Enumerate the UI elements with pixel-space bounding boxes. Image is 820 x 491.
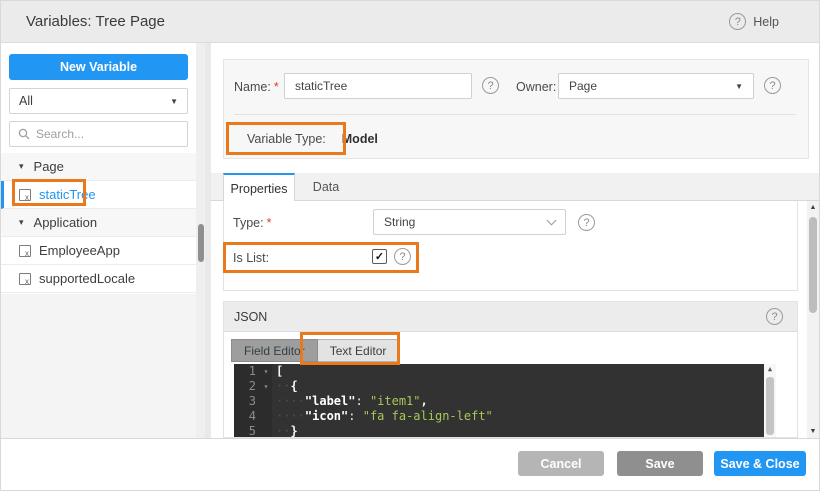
tree-group-label: Page: [33, 159, 64, 174]
tree-group-application[interactable]: ▾ Application: [1, 209, 196, 237]
fold-caret-icon[interactable]: ▾: [260, 379, 272, 394]
content-scrollbar-thumb[interactable]: [809, 217, 817, 313]
save-button[interactable]: Save: [617, 451, 703, 476]
tree-item-label: EmployeeApp: [39, 243, 120, 258]
new-variable-button[interactable]: New Variable: [9, 54, 188, 80]
save-and-close-button[interactable]: Save & Close: [714, 451, 806, 476]
type-select[interactable]: String: [373, 209, 566, 235]
code-line: 4 ····"icon": "fa fa-align-left": [234, 409, 776, 424]
model-variable-icon: [19, 244, 31, 258]
tab-data[interactable]: Data: [295, 173, 357, 201]
tab-properties[interactable]: Properties: [223, 173, 295, 202]
code-line: 2 ▾ ··{: [234, 379, 776, 394]
model-variable-icon: [19, 188, 31, 202]
type-help-icon[interactable]: ?: [578, 214, 595, 231]
sidebar-scrollbar-thumb[interactable]: [198, 224, 204, 262]
sidebar-divider: [205, 43, 211, 438]
required-marker: *: [273, 80, 279, 94]
caret-down-icon: ▾: [19, 161, 24, 171]
line-number: 5: [234, 424, 260, 437]
owner-value: Page: [569, 79, 598, 93]
line-number: 3: [234, 394, 260, 409]
line-number: 1: [234, 364, 260, 379]
scroll-up-icon[interactable]: ▲: [807, 204, 819, 211]
code-line: 1 ▾[: [234, 364, 776, 379]
caret-down-icon: ▾: [19, 217, 24, 227]
help-question-icon: ?: [729, 13, 747, 30]
select-arrow-icon: ▼: [735, 81, 743, 91]
type-label: Type: *: [233, 216, 272, 230]
variables-tree: ▾ Page staticTree ▾ Application Employee…: [1, 153, 196, 293]
field-editor-button[interactable]: Field Editor: [231, 339, 318, 362]
required-marker: *: [266, 216, 272, 230]
line-number: 2: [234, 379, 260, 394]
model-variable-icon: [19, 272, 31, 286]
editor-mode-toggle: Field Editor Text Editor: [231, 339, 400, 362]
owner-help-icon[interactable]: ?: [764, 77, 781, 94]
text-editor-button[interactable]: Text Editor: [317, 339, 400, 362]
tab-properties-label: Properties: [230, 181, 288, 196]
editor-scrollbar-thumb[interactable]: [766, 377, 774, 435]
help-link[interactable]: ? Help: [729, 13, 779, 30]
owner-select[interactable]: Page ▼: [558, 73, 754, 99]
owner-label: Owner:*: [516, 80, 564, 94]
json-help-icon[interactable]: ?: [766, 308, 783, 325]
select-arrow-icon: ▼: [170, 96, 178, 106]
search-input[interactable]: [36, 127, 179, 141]
editor-scroll-up-icon[interactable]: ▲: [764, 365, 776, 373]
filter-value: All: [19, 94, 33, 108]
variable-type-label: Variable Type:: [247, 132, 326, 146]
tree-item-label: supportedLocale: [39, 271, 136, 286]
page-title: Variables: Tree Page: [26, 13, 165, 30]
tree-item-statictree[interactable]: staticTree: [1, 181, 196, 209]
form-divider: [234, 114, 796, 115]
json-code-editor[interactable]: 1 ▾[ 2 ▾ ··{ 3 ····"label": "item1", 4 ····"i…: [234, 364, 776, 437]
line-number: 4: [234, 409, 260, 424]
json-header: JSON: [224, 302, 797, 332]
json-title: JSON: [234, 309, 268, 324]
variables-sidebar: New Variable All ▼ ▾ Page static: [1, 43, 211, 438]
name-help-icon[interactable]: ?: [482, 77, 499, 94]
editor-scrollbar-track[interactable]: ▲: [764, 364, 776, 437]
tree-group-page[interactable]: ▾ Page: [1, 153, 196, 181]
scroll-down-icon[interactable]: ▼: [807, 428, 819, 435]
variable-type-value: Model: [341, 132, 378, 146]
tree-item-label: staticTree: [39, 187, 96, 202]
variables-dialog: Variables: Tree Page ? Help New Variable…: [0, 0, 820, 491]
search-icon: [18, 128, 30, 140]
cancel-button[interactable]: Cancel: [518, 451, 604, 476]
dialog-header: Variables: Tree Page ? Help: [1, 1, 819, 43]
help-label: Help: [753, 14, 779, 29]
tab-data-label: Data: [312, 180, 340, 194]
footer-action-bar: Cancel Save Save & Close: [1, 438, 819, 490]
is-list-checkbox[interactable]: ✓: [372, 249, 387, 264]
variable-type-row: Variable Type: Model: [238, 125, 378, 153]
is-list-help-icon[interactable]: ?: [394, 248, 411, 265]
content-scrollbar-track[interactable]: ▲ ▼: [807, 201, 819, 438]
variable-form-panel: Name:* ? Owner:* Page ▼ ? Variable Type:…: [223, 59, 809, 159]
fold-caret-icon[interactable]: ▾: [260, 364, 272, 379]
name-input[interactable]: [284, 73, 472, 99]
tree-group-label: Application: [33, 215, 98, 230]
sidebar-content: New Variable All ▼ ▾ Page static: [1, 43, 196, 294]
chevron-down-icon: [546, 215, 557, 226]
variable-filter-select[interactable]: All ▼: [9, 88, 188, 114]
type-value: String: [384, 215, 416, 229]
code-line: 3 ····"label": "item1",: [234, 394, 776, 409]
is-list-label: Is List:: [233, 251, 270, 265]
tree-item-supportedlocale[interactable]: supportedLocale: [1, 265, 196, 293]
name-label: Name: *: [234, 80, 279, 94]
tree-item-employeeapp[interactable]: EmployeeApp: [1, 237, 196, 265]
code-line: 5 ··}: [234, 424, 776, 437]
json-section: JSON ? Field Editor Text Editor 1 ▾[ 2 ▾ ··…: [223, 301, 798, 438]
tab-bar: Properties Data: [211, 173, 819, 202]
search-box: [9, 121, 188, 147]
